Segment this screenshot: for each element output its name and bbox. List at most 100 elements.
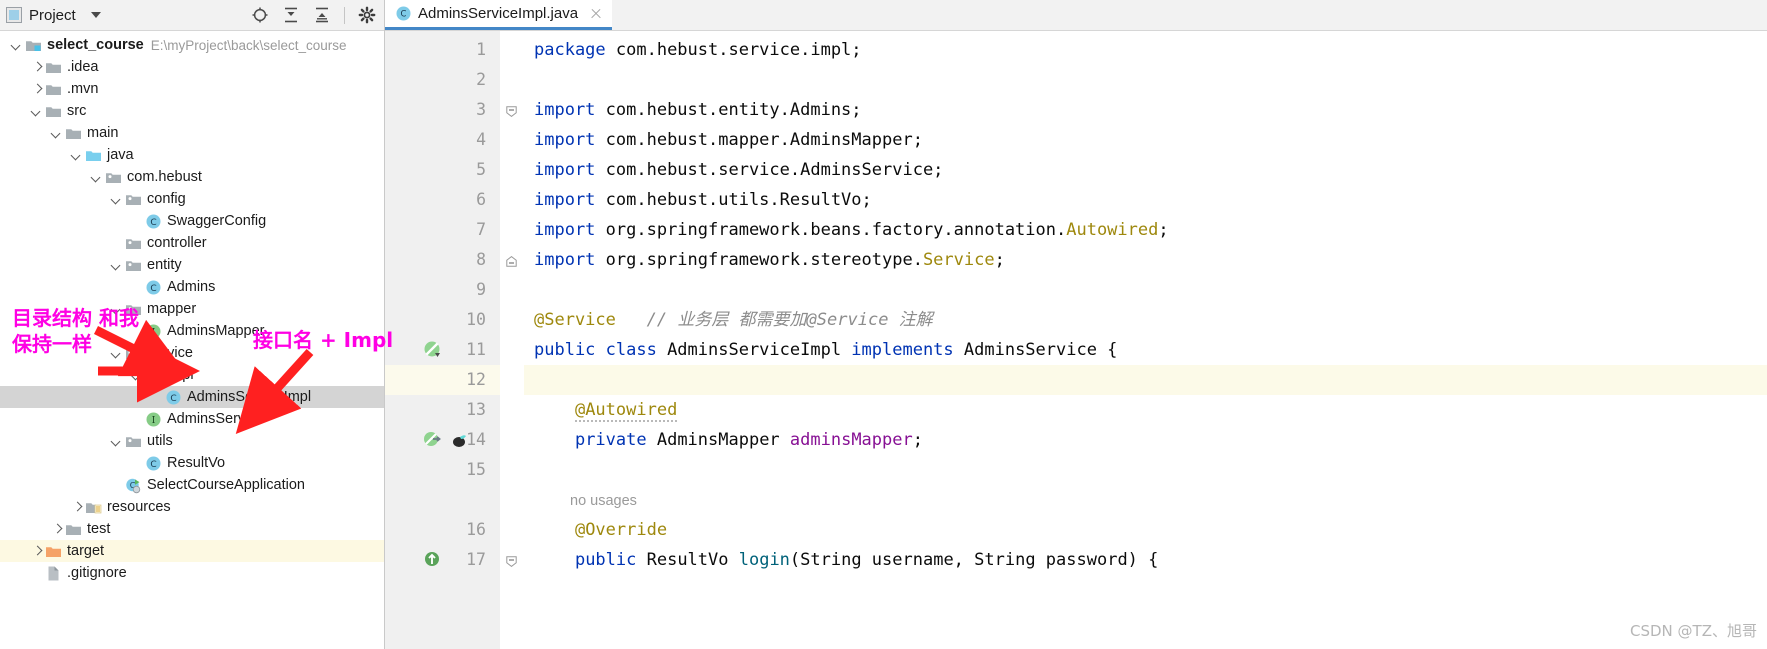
tree-item--idea[interactable]: .idea	[0, 56, 384, 78]
tree-item-entity[interactable]: entity	[0, 254, 384, 276]
project-window-icon	[6, 7, 22, 23]
tree-item-java[interactable]: java	[0, 144, 384, 166]
tree-item--gitignore[interactable]: .gitignore	[0, 562, 384, 584]
package-icon	[126, 304, 141, 315]
tree-arrow-placeholder	[130, 281, 143, 294]
code-line[interactable]: @Autowired	[534, 395, 678, 425]
code-line[interactable]: public class AdminsServiceImpl implement…	[534, 335, 1117, 365]
tree-item-impl[interactable]: impl	[0, 364, 384, 386]
tree-item-mapper[interactable]: mapper	[0, 298, 384, 320]
code-line[interactable]: private AdminsMapper adminsMapper;	[534, 425, 923, 455]
chevron-right-icon[interactable]	[30, 545, 43, 558]
tree-item--mvn[interactable]: .mvn	[0, 78, 384, 100]
tree-item-label: impl	[167, 366, 194, 383]
tree-item-service[interactable]: service	[0, 342, 384, 364]
editor-gutter[interactable]: 1 2 3 4 5 6 7 8 9 10 11 12 13 14 15 16 17	[385, 31, 500, 649]
chevron-down-icon[interactable]	[90, 12, 101, 18]
tree-item-adminsservice[interactable]: I AdminsService	[0, 408, 384, 430]
editor-tab-adminsserviceimpl[interactable]: C AdminsServiceImpl.java	[385, 0, 613, 30]
code-line[interactable]: import com.hebust.service.AdminsService;	[534, 155, 943, 185]
chevron-down-icon[interactable]	[110, 193, 123, 206]
chevron-down-icon[interactable]	[110, 259, 123, 272]
tree-item-main[interactable]: main	[0, 122, 384, 144]
bean-autowired-icon[interactable]	[423, 430, 443, 450]
tree-item-select-course[interactable]: select_course E:\myProject\back\select_co…	[0, 34, 384, 56]
code-fold-start-icon[interactable]	[506, 104, 517, 118]
project-toolbar: Project	[0, 0, 384, 31]
line-number: 6	[476, 190, 486, 209]
tree-arrow-placeholder	[150, 391, 163, 404]
chevron-right-icon[interactable]	[30, 61, 43, 74]
tree-item-config[interactable]: config	[0, 188, 384, 210]
tree-item-utils[interactable]: utils	[0, 430, 384, 452]
code-token: @Autowired	[574, 400, 678, 422]
chevron-down-icon[interactable]	[50, 127, 63, 140]
code-fold-end-icon[interactable]	[506, 254, 517, 267]
tree-item-admins[interactable]: C Admins	[0, 276, 384, 298]
gear-icon[interactable]	[358, 6, 376, 24]
chevron-down-icon[interactable]	[110, 347, 123, 360]
chevron-down-icon[interactable]	[110, 435, 123, 448]
editor-code-content[interactable]: package com.hebust.service.impl; import c…	[524, 31, 1767, 649]
tree-item-src[interactable]: src	[0, 100, 384, 122]
collapse-all-icon[interactable]	[313, 6, 331, 24]
expand-all-icon[interactable]	[282, 6, 300, 24]
chevron-down-icon[interactable]	[130, 369, 143, 382]
override-method-icon[interactable]	[423, 550, 443, 570]
tree-item-label: resources	[107, 498, 171, 515]
close-icon[interactable]	[589, 7, 603, 21]
editor-fold-strip[interactable]	[500, 31, 524, 649]
chevron-down-icon[interactable]	[110, 303, 123, 316]
tree-item-controller[interactable]: controller	[0, 232, 384, 254]
tree-item-label: AdminsServiceImpl	[187, 388, 312, 405]
code-line[interactable]: package com.hebust.service.impl;	[534, 35, 862, 65]
resource-root-icon	[86, 502, 102, 513]
implemented-icon[interactable]	[423, 340, 443, 360]
code-line[interactable]: public ResultVo login(String username, S…	[534, 545, 1158, 575]
chevron-down-icon[interactable]	[90, 171, 103, 184]
chevron-right-icon[interactable]	[50, 523, 63, 536]
tree-item-label: test	[87, 520, 111, 537]
code-fold-start-icon[interactable]	[506, 554, 517, 568]
line-number: 9	[476, 280, 486, 299]
tree-item-adminsmapper[interactable]: I AdminsMapper	[0, 320, 384, 342]
code-editor[interactable]: 1 2 3 4 5 6 7 8 9 10 11 12 13 14 15 16 17 package com.he…	[385, 31, 1767, 649]
tree-item-label: .idea	[67, 58, 99, 75]
code-line[interactable]: import org.springframework.stereotype.Se…	[534, 245, 1005, 275]
tree-item-resources[interactable]: resources	[0, 496, 384, 518]
tree-item-test[interactable]: test	[0, 518, 384, 540]
code-line[interactable]: @Override	[534, 515, 667, 545]
code-line[interactable]: import org.springframework.beans.factory…	[534, 215, 1169, 245]
tree-item-adminsserviceimpl[interactable]: C AdminsServiceImpl	[0, 386, 384, 408]
spring-bean-icon[interactable]	[449, 430, 469, 450]
project-title-group[interactable]: Project	[6, 7, 101, 24]
chevron-right-icon[interactable]	[30, 83, 43, 96]
tree-item-resultvo[interactable]: C ResultVo	[0, 452, 384, 474]
code-line[interactable]: import com.hebust.mapper.AdminsMapper;	[534, 125, 923, 155]
tree-item-selectcourseapplication[interactable]: C SelectCourseApplication	[0, 474, 384, 496]
project-tree[interactable]: select_course E:\myProject\back\select_co…	[0, 31, 384, 649]
code-line[interactable]: @Service // 业务层 都需要加@Service 注解	[534, 305, 933, 335]
chevron-down-icon[interactable]	[70, 149, 83, 162]
chevron-down-icon[interactable]	[30, 105, 43, 118]
tree-item-label: mapper	[147, 300, 197, 317]
package-icon	[126, 436, 141, 447]
tree-item-target[interactable]: target	[0, 540, 384, 562]
tree-item-swaggerconfig[interactable]: C SwaggerConfig	[0, 210, 384, 232]
code-line[interactable]: import com.hebust.entity.Admins;	[534, 95, 862, 125]
code-line[interactable]: import com.hebust.utils.ResultVo;	[534, 185, 872, 215]
line-number: 4	[476, 130, 486, 149]
chevron-down-icon[interactable]	[10, 39, 23, 52]
tree-item-com-hebust[interactable]: com.hebust	[0, 166, 384, 188]
locate-target-icon[interactable]	[251, 6, 269, 24]
chevron-right-icon[interactable]	[70, 501, 83, 514]
tree-arrow-placeholder	[130, 325, 143, 338]
